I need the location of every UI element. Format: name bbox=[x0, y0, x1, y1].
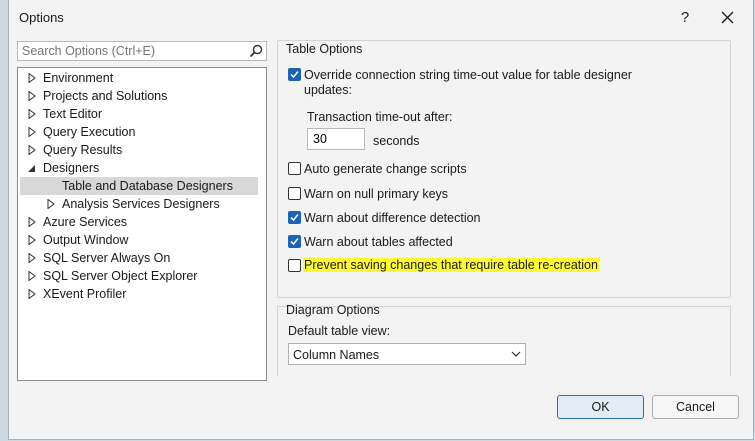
tree-item-sql-server-object-explorer[interactable]: SQL Server Object Explorer bbox=[18, 267, 266, 285]
close-icon bbox=[721, 11, 733, 23]
warn-difference-label: Warn about difference detection bbox=[304, 211, 481, 225]
tree-item-query-execution[interactable]: Query Execution bbox=[18, 123, 266, 141]
tree-item-azure-services[interactable]: Azure Services bbox=[18, 213, 266, 231]
tree-item-label: Projects and Solutions bbox=[43, 89, 168, 103]
tree-item-environment[interactable]: Environment bbox=[18, 69, 266, 87]
warn-tables-affected-checkbox[interactable] bbox=[288, 235, 301, 248]
tree-item-sql-server-always-on[interactable]: SQL Server Always On bbox=[18, 249, 266, 267]
tree-item-label: XEvent Profiler bbox=[43, 287, 127, 301]
warn-null-keys-checkbox[interactable] bbox=[288, 187, 301, 200]
chevron-right-icon[interactable] bbox=[28, 127, 36, 137]
chevron-right-icon[interactable] bbox=[28, 235, 36, 245]
chevron-right-icon[interactable] bbox=[28, 289, 36, 299]
diagram-options-title: Diagram Options bbox=[286, 303, 380, 317]
chevron-right-icon[interactable] bbox=[28, 91, 36, 101]
override-timeout-checkbox[interactable] bbox=[288, 68, 301, 81]
transaction-timeout-input[interactable] bbox=[308, 129, 364, 149]
chevron-right-icon[interactable] bbox=[28, 217, 36, 227]
auto-generate-scripts-label: Auto generate change scripts bbox=[304, 162, 467, 176]
help-button[interactable]: ? bbox=[667, 4, 703, 30]
tree-item-text-editor[interactable]: Text Editor bbox=[18, 105, 266, 123]
tree-item-label: Analysis Services Designers bbox=[62, 197, 220, 211]
checkmark-icon bbox=[290, 214, 299, 222]
tree-item-label: Environment bbox=[43, 71, 114, 85]
tree-item-label: Azure Services bbox=[43, 215, 128, 229]
tree-item-label: Table and Database Designers bbox=[62, 179, 233, 193]
default-table-view-value: Column Names bbox=[293, 348, 380, 362]
tree-item-designers[interactable]: Designers bbox=[18, 159, 266, 177]
chevron-expanded-icon[interactable] bbox=[28, 163, 36, 173]
tree-item-label: SQL Server Object Explorer bbox=[43, 269, 198, 283]
chevron-right-icon[interactable] bbox=[47, 199, 55, 209]
table-options-title: Table Options bbox=[286, 42, 363, 56]
tree-item-projects-and-solutions[interactable]: Projects and Solutions bbox=[18, 87, 266, 105]
tree-item-label: Designers bbox=[43, 161, 100, 175]
title-bar: Options ? bbox=[9, 0, 753, 34]
search-icon[interactable] bbox=[249, 44, 263, 58]
warn-difference-checkbox[interactable] bbox=[288, 211, 301, 224]
tree-item-label: Query Execution bbox=[43, 125, 136, 139]
close-button[interactable] bbox=[709, 4, 745, 30]
chevron-right-icon[interactable] bbox=[28, 73, 36, 83]
seconds-label: seconds bbox=[373, 134, 420, 148]
checkmark-icon bbox=[290, 238, 299, 246]
tree-item-output-window[interactable]: Output Window bbox=[18, 231, 266, 249]
chevron-down-icon bbox=[511, 351, 521, 357]
chevron-right-icon[interactable] bbox=[28, 271, 36, 281]
tree-item-xevent-profiler[interactable]: XEvent Profiler bbox=[18, 285, 266, 303]
chevron-right-icon[interactable] bbox=[28, 109, 36, 119]
prevent-saving-checkbox[interactable] bbox=[288, 259, 301, 272]
prevent-saving-label: Prevent saving changes that require tabl… bbox=[303, 258, 599, 272]
warn-null-keys-label: Warn on null primary keys bbox=[304, 187, 449, 201]
default-table-view-select[interactable]: Column Names bbox=[288, 343, 526, 365]
tree-item-table-and-database-designers[interactable]: Table and Database Designers bbox=[20, 177, 258, 195]
tree-item-query-results[interactable]: Query Results bbox=[18, 141, 266, 159]
tree-item-label: Query Results bbox=[43, 143, 123, 157]
tree-item-label: Text Editor bbox=[43, 107, 103, 121]
options-tree: Environment Projects and Solutions Text … bbox=[17, 67, 267, 381]
search-input[interactable] bbox=[18, 42, 242, 60]
tree-item-analysis-services-designers[interactable]: Analysis Services Designers bbox=[18, 195, 266, 213]
transaction-timeout-label: Transaction time-out after: bbox=[307, 110, 453, 124]
auto-generate-scripts-checkbox[interactable] bbox=[288, 162, 301, 175]
tree-item-label: Output Window bbox=[43, 233, 129, 247]
tree-item-label: SQL Server Always On bbox=[43, 251, 171, 265]
override-timeout-label-cont: updates: bbox=[304, 83, 352, 97]
default-table-view-label: Default table view: bbox=[288, 324, 391, 338]
window-title: Options bbox=[19, 10, 64, 25]
search-box bbox=[17, 41, 267, 61]
options-dialog: Options ? Environment Projects and Solut… bbox=[8, 0, 754, 440]
checkmark-icon bbox=[290, 71, 299, 79]
warn-tables-affected-label: Warn about tables affected bbox=[304, 235, 453, 249]
cancel-button[interactable]: Cancel bbox=[652, 395, 739, 419]
ok-button[interactable]: OK bbox=[557, 395, 644, 419]
chevron-right-icon[interactable] bbox=[28, 145, 36, 155]
timeout-field bbox=[307, 128, 365, 150]
override-timeout-label: Override connection string time-out valu… bbox=[304, 68, 632, 82]
chevron-right-icon[interactable] bbox=[28, 253, 36, 263]
